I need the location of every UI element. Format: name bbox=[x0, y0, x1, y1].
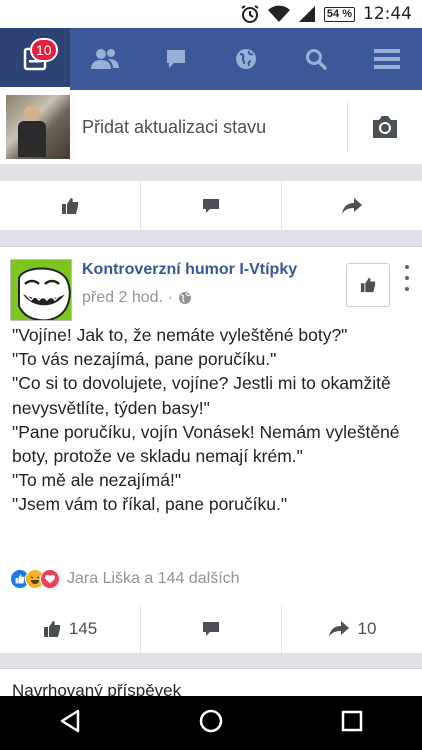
more-dot bbox=[405, 276, 409, 280]
post-line: "To mě ale nezajímá!" bbox=[12, 470, 182, 491]
chat-icon bbox=[166, 50, 185, 68]
hamburger-menu-icon bbox=[373, 49, 400, 69]
user-avatar[interactable] bbox=[6, 95, 70, 159]
thumbs-up-icon bbox=[62, 197, 78, 214]
tab-friend-requests[interactable] bbox=[70, 28, 140, 90]
photo-button[interactable] bbox=[348, 114, 422, 140]
notification-badge: 10 bbox=[30, 38, 58, 62]
home-button[interactable] bbox=[199, 709, 223, 738]
meta-separator: · bbox=[167, 289, 174, 306]
signal-icon bbox=[298, 5, 316, 23]
post-text: "Vojíne! Jak to, že nemáte vyleštěné bot… bbox=[12, 323, 412, 517]
post-line: "To vás nezajímá, pane poručíku." bbox=[12, 349, 277, 370]
battery-indicator: 54 % bbox=[323, 6, 355, 22]
post-line: "Jsem vám to říkal, pane poručíku." bbox=[12, 494, 288, 515]
page-avatar-image[interactable] bbox=[10, 259, 72, 321]
friends-icon bbox=[91, 49, 120, 69]
comment-icon bbox=[203, 198, 219, 213]
clock: 12:44 bbox=[363, 4, 412, 24]
search-icon bbox=[306, 49, 328, 70]
tab-menu[interactable] bbox=[352, 28, 422, 90]
tab-search[interactable] bbox=[281, 28, 351, 90]
like-button[interactable]: 145 bbox=[0, 605, 141, 653]
more-dots-icon bbox=[405, 265, 409, 269]
share-button[interactable]: 10 bbox=[282, 605, 422, 653]
comment-button[interactable] bbox=[141, 605, 282, 653]
love-reaction-icon bbox=[40, 569, 60, 589]
share-arrow-icon bbox=[342, 197, 362, 214]
post-timestamp[interactable]: před 2 hod. bbox=[82, 289, 163, 307]
globe-icon bbox=[236, 49, 257, 69]
like-button[interactable] bbox=[0, 181, 141, 230]
public-globe-icon bbox=[179, 292, 192, 304]
system-navigation-bar bbox=[0, 696, 422, 750]
status-bar: 54 % 12:44 bbox=[0, 0, 422, 28]
alarm-icon bbox=[240, 4, 260, 24]
like-page-button[interactable] bbox=[346, 263, 390, 307]
back-button[interactable] bbox=[59, 709, 81, 738]
comment-button[interactable] bbox=[141, 181, 282, 230]
post-line: "Pane poručíku, vojín Vonásek! Nemám vyl… bbox=[12, 421, 400, 467]
share-button[interactable] bbox=[282, 181, 422, 230]
feed-post: Kontroverzní humor I-Vtípky před 2 hod. … bbox=[0, 246, 422, 652]
status-composer: Přidat aktualizaci stavu bbox=[0, 90, 422, 164]
share-arrow-icon bbox=[328, 621, 349, 637]
share-count: 10 bbox=[357, 619, 377, 638]
thumbs-up-icon bbox=[43, 621, 60, 637]
tab-messages[interactable] bbox=[141, 28, 211, 90]
reactions-names: Jara Liška a 144 dalších bbox=[67, 570, 240, 587]
reactions-summary[interactable]: Jara Liška a 144 dalších bbox=[10, 569, 240, 589]
post-actions: 145 10 bbox=[0, 605, 422, 653]
back-triangle-icon bbox=[60, 709, 80, 732]
post-options-button[interactable] bbox=[400, 263, 414, 293]
thumbs-up-icon bbox=[360, 277, 376, 293]
suggested-post-card: Navrhovaný příspěvek bbox=[0, 668, 422, 700]
previous-post-actions bbox=[0, 180, 422, 230]
post-line: "Vojíne! Jak to, že nemáte vyleštěné bot… bbox=[12, 325, 348, 345]
post-author-link[interactable]: Kontroverzní humor I-Vtípky bbox=[82, 261, 297, 279]
troll-face-icon bbox=[11, 260, 71, 320]
tab-notifications[interactable] bbox=[211, 28, 281, 90]
post-meta: před 2 hod. · bbox=[82, 289, 192, 307]
more-dot bbox=[405, 287, 409, 291]
comment-icon bbox=[203, 622, 219, 636]
status-input[interactable]: Přidat aktualizaci stavu bbox=[82, 117, 347, 138]
home-circle-icon bbox=[199, 709, 223, 732]
recents-square-icon bbox=[341, 710, 363, 731]
like-count: 145 bbox=[68, 619, 98, 638]
camera-icon bbox=[373, 116, 397, 138]
recents-button[interactable] bbox=[341, 710, 363, 737]
wifi-icon bbox=[267, 5, 290, 23]
top-navigation: 10 bbox=[0, 28, 422, 90]
post-line: "Co si to dovolujete, vojíne? Jestli mi … bbox=[12, 373, 391, 418]
tab-news-feed[interactable]: 10 bbox=[0, 28, 71, 90]
